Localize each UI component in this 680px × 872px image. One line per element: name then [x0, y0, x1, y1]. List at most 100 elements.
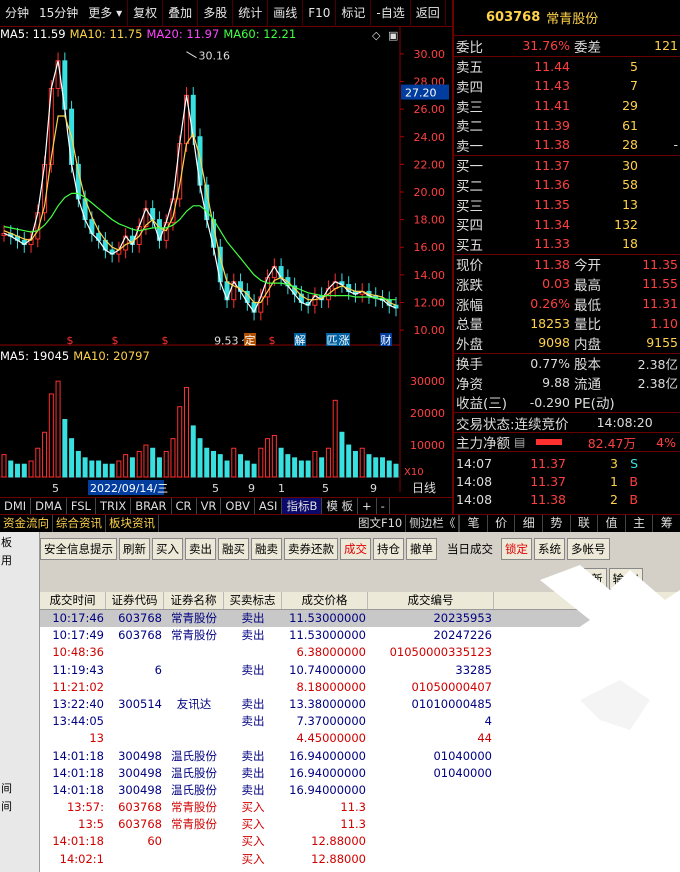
- chart-toolbar: 分钟 15分钟 更多 ▾ 复权 叠加 多股 统计 画线 F10 标记 -自选 返回: [0, 0, 452, 27]
- column-header-1[interactable]: 证券代码: [106, 592, 164, 609]
- stats-label-2: 内盘: [574, 336, 601, 353]
- deal-cell-price: 12.88000: [311, 851, 366, 866]
- stats-label-2: 量比: [574, 317, 601, 334]
- volume-bar-16: [109, 463, 115, 478]
- indicator-tab-6[interactable]: VR: [197, 498, 222, 515]
- toolbar-item-0[interactable]: 分钟: [0, 0, 34, 27]
- toolbar-item-1[interactable]: 15分钟: [34, 0, 83, 27]
- kline-chart-area[interactable]: MA5: 11.59 MA10: 11.75 MA20: 11.97 MA60: 12…: [0, 27, 452, 497]
- volume-bar-21: [143, 444, 149, 478]
- trade-button-2[interactable]: 买入: [152, 538, 183, 560]
- trade-button-3[interactable]: 卖出: [185, 538, 216, 560]
- deal-cell-name: 常青股份: [171, 800, 217, 815]
- deal-cell-price: 11.53000000: [289, 628, 366, 643]
- deal-cell-price: 16.94000000: [289, 782, 366, 797]
- asks-volume: 5: [630, 58, 638, 74]
- bids-row-3: 买四 11.34 132: [454, 214, 680, 235]
- column-header-2[interactable]: 证券名称: [164, 592, 224, 609]
- bottom-tab-7[interactable]: 细: [514, 515, 542, 533]
- bottom-tab-12[interactable]: 筹: [652, 515, 680, 533]
- bottom-tab-11[interactable]: 主: [624, 515, 653, 533]
- volume-bar-50: [339, 431, 345, 478]
- stats2-label-1: 换手: [456, 357, 483, 374]
- column-header-3[interactable]: 买卖标志: [224, 592, 282, 609]
- bottom-tab-1[interactable]: 综合资讯: [53, 515, 106, 533]
- price-tick-label-6: 18.00: [414, 214, 446, 227]
- trade-button-9[interactable]: 撤单: [406, 538, 437, 560]
- bottom-tab-9[interactable]: 联: [569, 515, 598, 533]
- bids-volume: 30: [622, 157, 638, 173]
- trade-button-6[interactable]: 卖券还款: [284, 538, 338, 560]
- indicator-tab-0[interactable]: DMI: [0, 498, 32, 515]
- toolbar-item-3[interactable]: 复权: [128, 0, 164, 27]
- deal-cell-price: 11.3: [340, 800, 366, 815]
- toolbar-item-10[interactable]: -自选: [371, 0, 411, 27]
- stats-value-2: 11.31: [642, 296, 678, 312]
- quote-stats: 现价 11.38 今开 11.35 涨跌 0.03 最高 11.55 涨幅 0.26% 最低 11.3…: [454, 253, 680, 353]
- toolbar-item-7[interactable]: 画线: [268, 0, 304, 27]
- main-flow-value: 82.47万: [587, 435, 636, 451]
- low-label: 9.53: [214, 335, 239, 348]
- trade-button-5[interactable]: 融卖: [251, 538, 282, 560]
- trade-button-7[interactable]: 成交: [340, 538, 371, 560]
- bottom-tab-10[interactable]: 值: [597, 515, 625, 533]
- indicator-tab-12[interactable]: -: [377, 498, 390, 515]
- deal-cell-side: 卖出: [241, 611, 265, 625]
- tick-side: S: [630, 455, 638, 471]
- deal-cell-side: 买入: [241, 817, 265, 832]
- x-mark-3: 5: [212, 482, 219, 495]
- ma-line-ma5: [3, 60, 397, 314]
- trade-button-0[interactable]: 安全信息提示: [40, 538, 117, 560]
- trade-button-1[interactable]: 刷新: [119, 538, 150, 560]
- deal-cell-price: 11.53000000: [289, 611, 366, 625]
- deal-cell-code: 300498: [118, 782, 162, 797]
- trade-right-button-1[interactable]: 系统: [534, 538, 565, 560]
- indicator-tab-8[interactable]: ASI: [255, 498, 283, 515]
- trade-button-4[interactable]: 融买: [218, 538, 249, 560]
- indicator-tab-2[interactable]: FSL: [67, 498, 96, 515]
- volume-bar-13: [89, 460, 95, 478]
- volume-bar-14: [96, 460, 102, 478]
- volume-bar-25: [170, 438, 176, 478]
- tick-row-1: 14:08 11.37 1 B: [454, 472, 680, 490]
- trade-button-8[interactable]: 持仓: [373, 538, 404, 560]
- indicator-tab-3[interactable]: TRIX: [96, 498, 132, 515]
- volume-bar-17: [116, 460, 122, 478]
- tick-volume: 1: [610, 473, 618, 489]
- kline-chart-svg[interactable]: 30.0028.0026.0024.0022.0020.0018.0016.00…: [0, 27, 452, 497]
- column-header-4[interactable]: 成交价格: [282, 592, 368, 609]
- volume-bar-32: [217, 454, 223, 478]
- toolbar-item-2[interactable]: 更多 ▾: [83, 0, 129, 27]
- indicator-tab-9[interactable]: 指标B: [282, 498, 323, 515]
- toolbar-item-5[interactable]: 多股: [198, 0, 234, 27]
- stats2-row-0: 换手 0.77% 股本 2.38亿: [454, 354, 680, 374]
- trade-right-button-2[interactable]: 多帐号: [567, 538, 610, 560]
- indicator-tab-7[interactable]: OBV: [221, 498, 255, 515]
- bottom-tab-8[interactable]: 势: [542, 515, 570, 533]
- indicator-tab-4[interactable]: BRAR: [131, 498, 172, 515]
- toolbar-item-6[interactable]: 统计: [233, 0, 269, 27]
- bottom-tab-4[interactable]: 侧边栏《: [406, 515, 460, 533]
- bottom-tab-2[interactable]: 板块资讯: [106, 515, 159, 533]
- deal-cell-name: [164, 713, 224, 730]
- trade-status-label: 交易状态:: [456, 416, 515, 433]
- volume-bar-24: [163, 450, 169, 478]
- toolbar-item-11[interactable]: 返回: [411, 0, 446, 27]
- toolbar-item-9[interactable]: 标记: [336, 0, 372, 27]
- toolbar-item-4[interactable]: 叠加: [163, 0, 199, 27]
- indicator-tab-10[interactable]: 模 板: [322, 498, 358, 515]
- deal-cell-side: [224, 679, 282, 696]
- indicator-tab-1[interactable]: DMA: [31, 498, 67, 515]
- trade-right-button-0[interactable]: 锁定: [501, 538, 532, 560]
- bottom-tab-6[interactable]: 价: [486, 515, 515, 533]
- toolbar-item-8[interactable]: F10: [303, 0, 337, 27]
- tick-side: B: [629, 491, 638, 507]
- indicator-tab-11[interactable]: +: [358, 498, 377, 515]
- bottom-tab-5[interactable]: 笔: [459, 515, 487, 533]
- bottom-tab-0[interactable]: 资金流向: [0, 515, 53, 533]
- trade-button-row: 安全信息提示 刷新 买入 卖出 融买 融卖 卖券还款 成交 持仓 撤单 当日成交 锁定 系统 多帐号: [40, 538, 612, 560]
- indicator-tab-5[interactable]: CR: [172, 498, 197, 515]
- chevron-down-icon: ▾: [116, 5, 123, 20]
- column-header-0[interactable]: 成交时间: [40, 592, 106, 609]
- bottom-tab-3[interactable]: 图文F10: [355, 515, 407, 533]
